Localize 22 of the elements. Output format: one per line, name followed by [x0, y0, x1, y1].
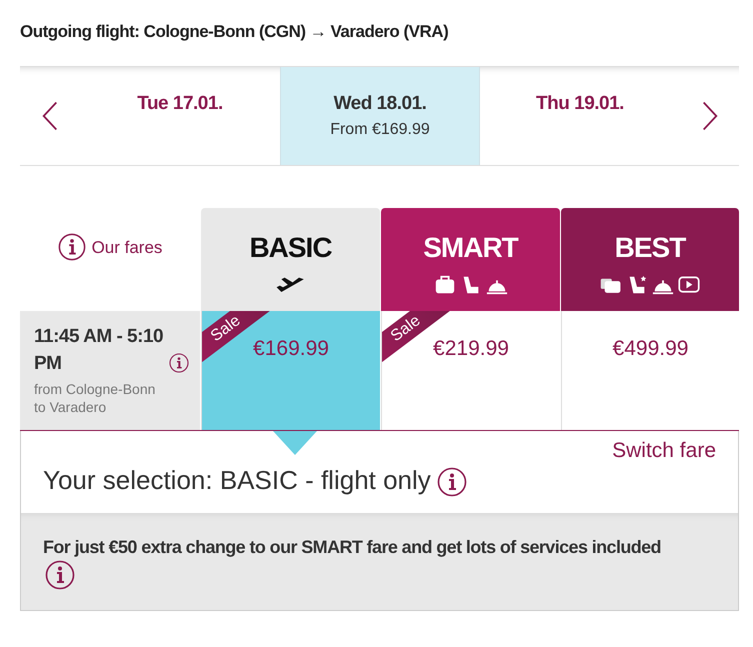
pointer-triangle — [273, 431, 317, 455]
fare-header[interactable]: BASIC — [201, 208, 380, 311]
page-title: Outgoing flight: Cologne-Bonn (CGN) → Varadero (VRA) — [20, 22, 450, 42]
fare-header[interactable]: SMART — [381, 208, 560, 311]
selection-text: Your selection: BASIC - flight only — [43, 465, 431, 495]
route-text: from Cologne-Bonn to Varadero — [34, 380, 156, 416]
suitcase-icon — [434, 274, 456, 296]
date-tab[interactable]: Thu 19.01. — [480, 67, 680, 165]
switch-fare-link[interactable]: Switch fare — [43, 439, 716, 463]
info-icon[interactable] — [436, 467, 467, 498]
flight-time: 11:45 AM - 5:10 PM — [34, 325, 164, 376]
our-fares-link[interactable]: Our fares — [92, 238, 162, 258]
info-icon[interactable] — [45, 560, 75, 590]
info-icon[interactable] — [169, 353, 189, 373]
upsell-text: For just €50 extra change to our SMART fare and get lots of services included — [43, 537, 662, 558]
date-tab[interactable]: Tue 17.01. — [80, 67, 280, 165]
fare-header[interactable]: BEST — [561, 208, 739, 311]
chevron-right-icon — [700, 100, 718, 132]
fare-price-cell[interactable]: Sale €169.99 — [201, 311, 380, 430]
chevron-left-icon — [41, 100, 59, 132]
date-tab[interactable]: Wed 18.01. From €169.99 — [280, 67, 480, 165]
info-icon[interactable] — [58, 233, 86, 261]
